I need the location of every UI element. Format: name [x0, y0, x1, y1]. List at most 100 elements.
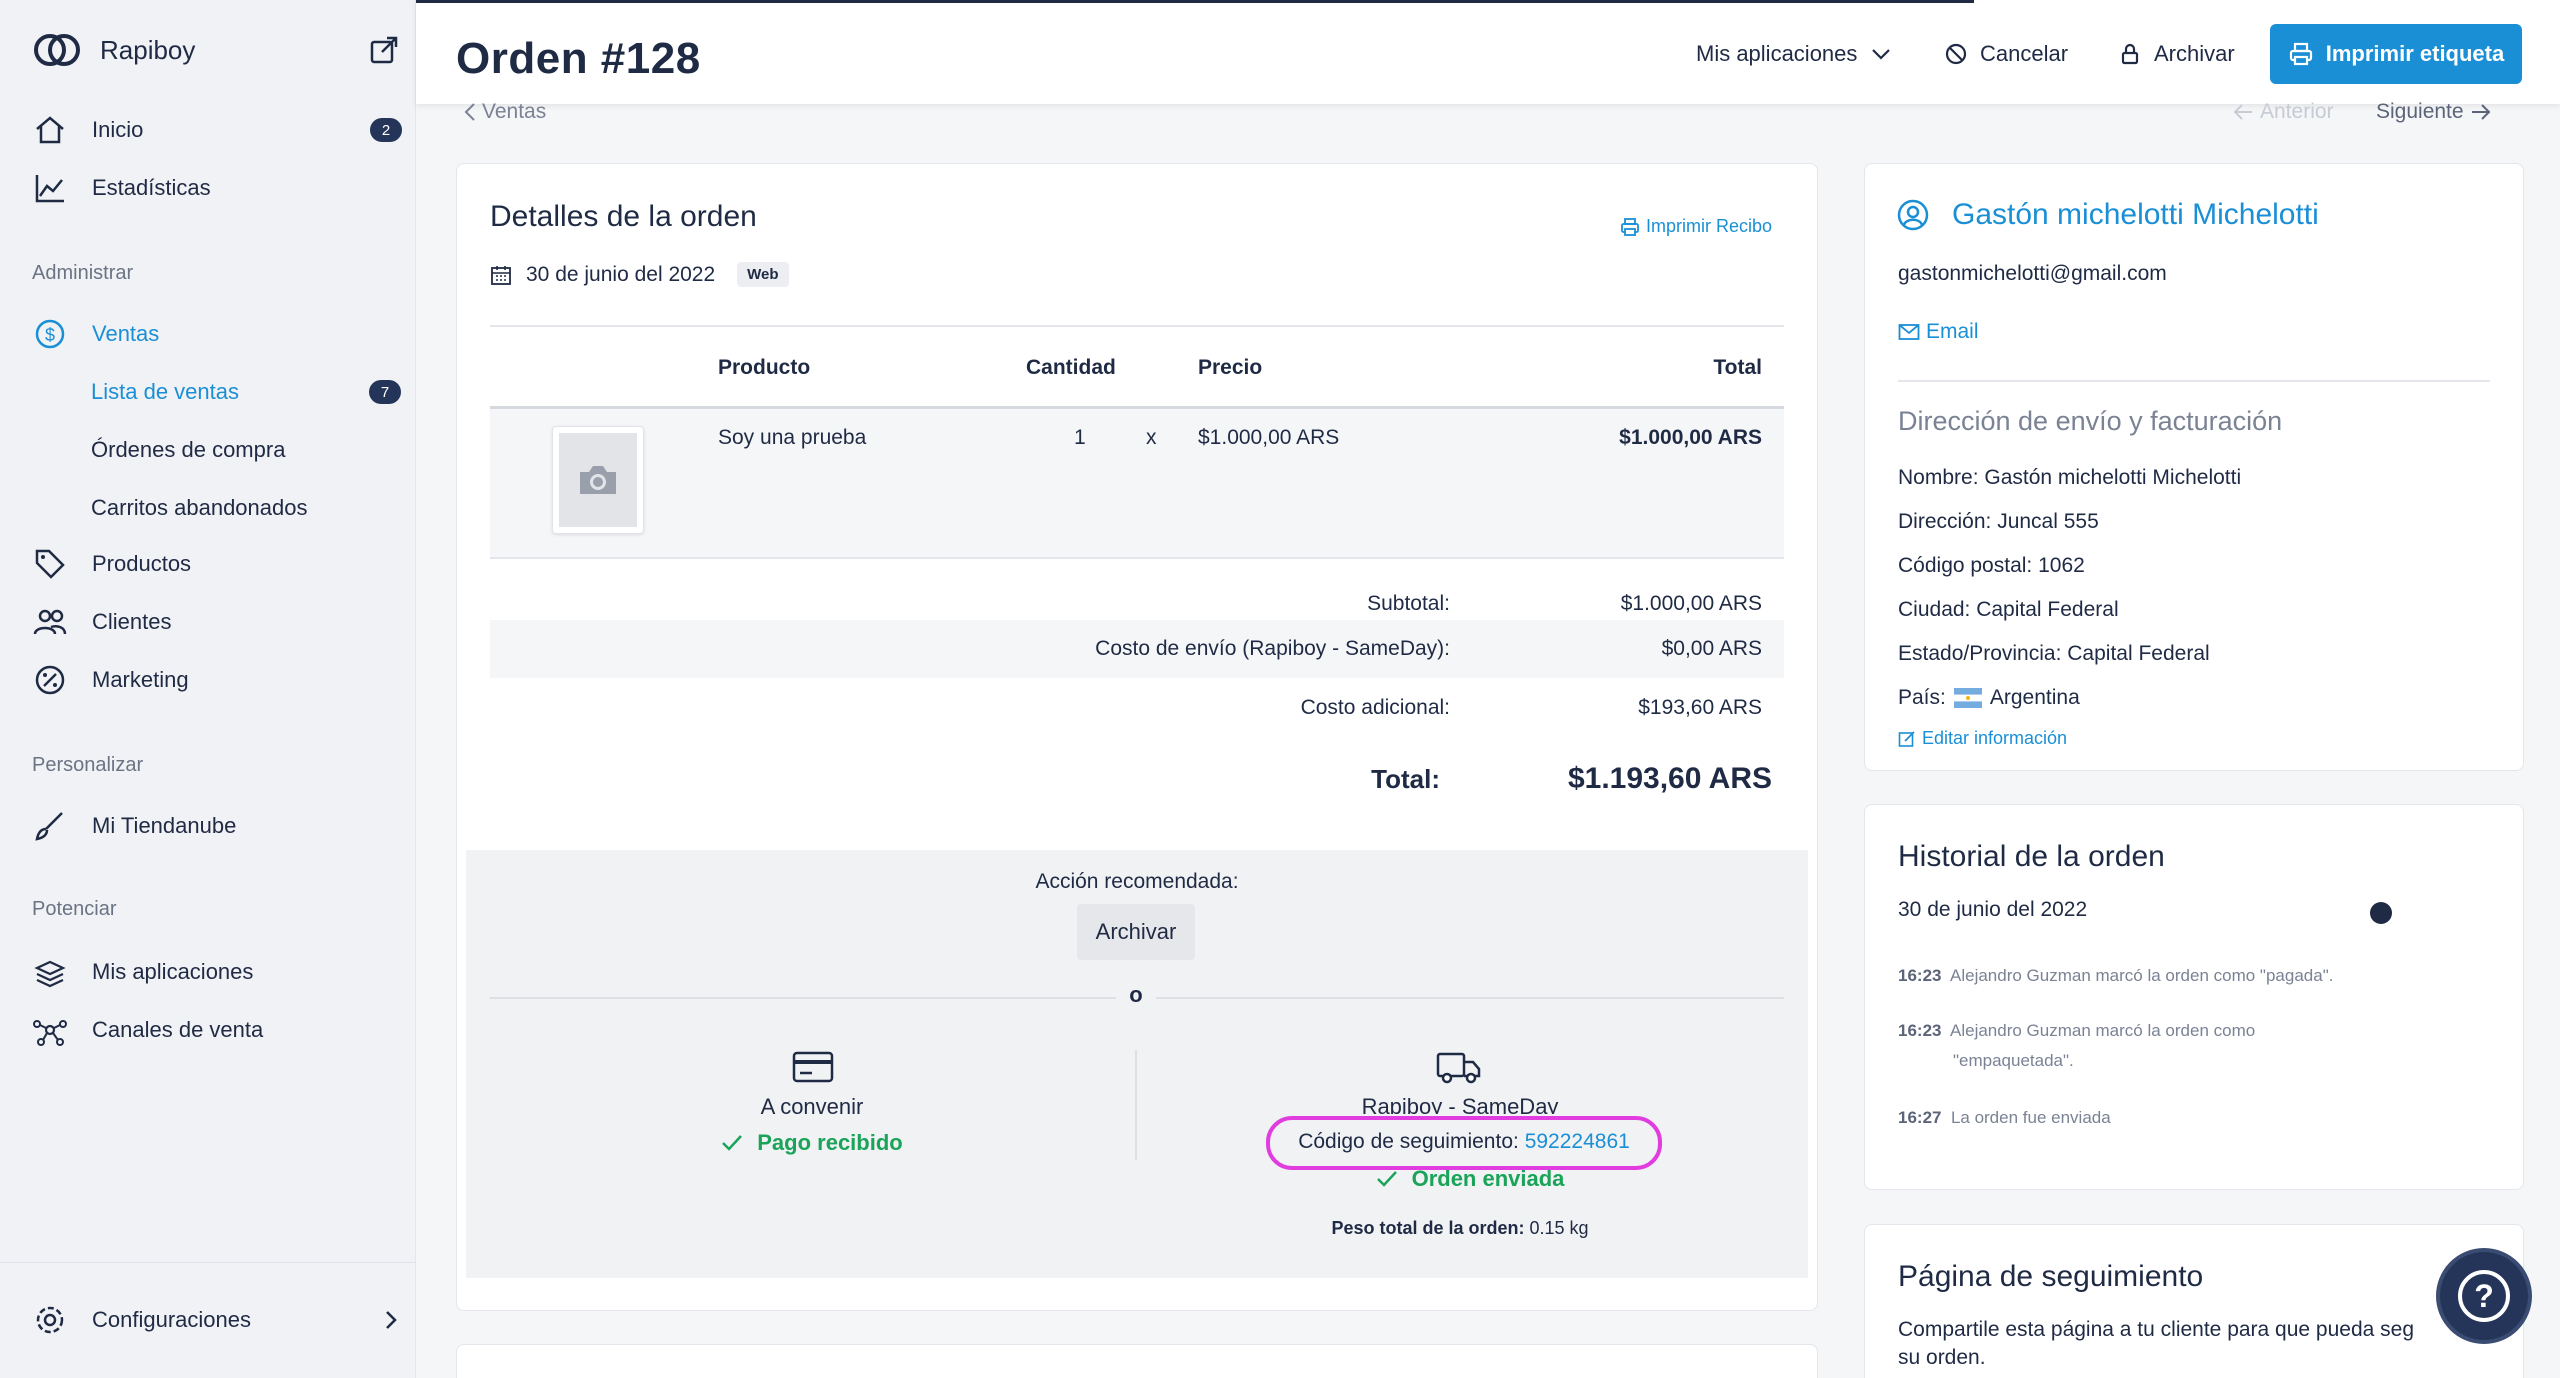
sidebar-item-canales[interactable]: Canales de venta: [32, 1010, 402, 1050]
section-administrar: Administrar: [32, 262, 134, 284]
address-street: Dirección: Juncal 555: [1898, 510, 2099, 533]
external-link-icon[interactable]: [368, 34, 400, 66]
archive-button[interactable]: Archivar: [1077, 904, 1195, 960]
truck-icon: [1436, 1052, 1481, 1084]
printer-icon: [2289, 42, 2312, 66]
credit-card-icon: [792, 1051, 834, 1083]
product-link[interactable]: Soy una prueba: [718, 426, 866, 450]
prev-order-link[interactable]: Anterior: [2232, 100, 2334, 124]
gear-icon: [36, 1306, 64, 1334]
print-label-text: Imprimir etiqueta: [2325, 41, 2505, 66]
print-label-button[interactable]: Imprimir etiqueta: [2270, 24, 2522, 84]
archive-label: Archivar: [2154, 41, 2235, 66]
chevron-left-icon: [464, 103, 475, 121]
sidebar-item-estadisticas[interactable]: Estadísticas: [32, 168, 402, 208]
percent-badge-icon: [35, 665, 65, 695]
archive-header-button[interactable]: Archivar: [2118, 36, 2235, 72]
address-state: Estado/Provincia: Capital Federal: [1898, 642, 2210, 665]
sidebar-subitem-carritos[interactable]: Carritos abandonados: [91, 490, 401, 526]
history-text-continued: "empaquetada".: [1953, 1051, 2074, 1070]
svg-text:$: $: [45, 325, 55, 345]
edit-info-link[interactable]: Editar información: [1898, 728, 2067, 749]
topbar: Orden #128 Mis aplicaciones Cancelar Arc…: [416, 0, 2560, 104]
chevron-right-icon: [386, 1311, 397, 1329]
sidebar-item-ventas[interactable]: $ Ventas: [32, 314, 402, 354]
subtotal-value: $1.000,00 ARS: [1620, 592, 1762, 615]
payment-status-label: Pago recibido: [757, 1130, 903, 1155]
history-entry: 16:23 Alejandro Guzman marcó la orden co…: [1898, 1021, 2255, 1041]
email-link-label: Email: [1926, 320, 1979, 343]
address-title: Dirección de envío y facturación: [1898, 406, 2283, 436]
help-glyph: ?: [2474, 1278, 2494, 1314]
question-icon: ?: [2458, 1270, 2510, 1322]
sidebar-subitem-lista-ventas[interactable]: Lista de ventas 7: [91, 374, 401, 410]
arrow-right-icon: [2471, 104, 2490, 120]
sidebar-item-productos[interactable]: Productos: [32, 544, 402, 584]
total-value: $1.193,60 ARS: [1567, 762, 1772, 795]
sidebar-item-mi-tiendanube[interactable]: Mi Tiendanube: [32, 806, 402, 846]
history-time: 16:23: [1898, 1021, 1942, 1040]
section-personalizar: Personalizar: [32, 754, 144, 776]
col-total: Total: [1713, 356, 1762, 379]
user-circle-icon: [1897, 199, 1929, 231]
country-label: País:: [1898, 686, 1946, 709]
argentina-flag-icon: [1953, 688, 1982, 708]
loading-bar: [416, 0, 1974, 3]
cancel-button[interactable]: Cancelar: [1944, 36, 2068, 72]
chart-icon: [35, 175, 64, 203]
customer-email[interactable]: gastonmichelotti@gmail.com: [1898, 262, 2167, 286]
brand[interactable]: Rapiboy: [32, 28, 195, 72]
address-country: País: Argentina: [1898, 686, 2080, 710]
next-order-link[interactable]: Siguiente: [2376, 100, 2492, 124]
customer-name-link: Gastón michelotti Michelotti: [1952, 198, 2319, 231]
order-date-row: 30 de junio del 2022 Web: [490, 262, 789, 287]
help-button[interactable]: ?: [2436, 1248, 2532, 1344]
shipping-status-label: Orden enviada: [1411, 1166, 1565, 1191]
total-label: Total:: [1371, 764, 1440, 794]
breadcrumb-back[interactable]: Ventas: [462, 100, 546, 124]
product-price: $1.000,00 ARS: [1198, 426, 1340, 449]
history-text: Alejandro Guzman marcó la orden como "pa…: [1950, 966, 2334, 985]
customer-header[interactable]: Gastón michelotti Michelotti: [1896, 198, 2319, 232]
mail-icon: [1898, 324, 1920, 340]
order-details-title: Detalles de la orden: [490, 200, 757, 233]
apps-stack-icon: [34, 960, 66, 988]
print-receipt-link[interactable]: Imprimir Recibo: [1620, 216, 1772, 237]
apps-dropdown-label: Mis aplicaciones: [1696, 41, 1858, 66]
dollar-circle-icon: $: [35, 319, 65, 349]
printer-icon: [1621, 217, 1639, 236]
sidebar-item-label: Clientes: [92, 609, 172, 634]
email-link[interactable]: Email: [1898, 320, 1979, 344]
history-date: 30 de junio del 2022: [1898, 898, 2088, 921]
brush-icon: [35, 812, 63, 841]
chevron-down-icon: [1872, 49, 1891, 60]
sidebar-subitem-ordenes-compra[interactable]: Órdenes de compra: [91, 432, 401, 468]
tracking-page-title: Página de seguimiento: [1898, 1260, 2204, 1293]
weight-value: 0.15 kg: [1529, 1218, 1589, 1238]
sidebar-item-inicio[interactable]: Inicio 2: [32, 110, 402, 150]
col-product: Producto: [718, 356, 811, 379]
sidebar-item-clientes[interactable]: Clientes: [32, 602, 402, 642]
history-text: Alejandro Guzman marcó la orden como: [1950, 1021, 2256, 1040]
tracking-page-text: Compartile esta página a tu cliente para…: [1898, 1318, 2415, 1341]
payment-method: A convenir: [760, 1094, 864, 1119]
divider: [490, 557, 1784, 559]
order-date: 30 de junio del 2022: [526, 262, 716, 286]
shipping-label: Costo de envío (Rapiboy - SameDay):: [1095, 637, 1450, 660]
history-time: 16:27: [1898, 1108, 1942, 1127]
qty-multiplier: x: [1146, 426, 1157, 449]
lock-icon: [2121, 43, 2139, 65]
check-icon: [1376, 1171, 1397, 1187]
sidebar-item-mis-aplicaciones[interactable]: Mis aplicaciones: [32, 952, 402, 992]
product-thumbnail[interactable]: [552, 426, 644, 534]
col-price: Precio: [1198, 356, 1263, 379]
col-qty: Cantidad: [1026, 356, 1116, 379]
tracking-highlight-annotation: [1266, 1116, 1662, 1170]
payment-status: Pago recibido: [612, 1130, 1012, 1156]
next-card: [456, 1344, 1818, 1378]
shipping-value: $0,00 ARS: [1661, 637, 1762, 660]
cancel-label: Cancelar: [1980, 41, 2069, 66]
sidebar-item-marketing[interactable]: Marketing: [32, 660, 402, 700]
apps-dropdown[interactable]: Mis aplicaciones: [1696, 36, 1893, 72]
sidebar-item-configuraciones[interactable]: Configuraciones: [32, 1300, 402, 1340]
